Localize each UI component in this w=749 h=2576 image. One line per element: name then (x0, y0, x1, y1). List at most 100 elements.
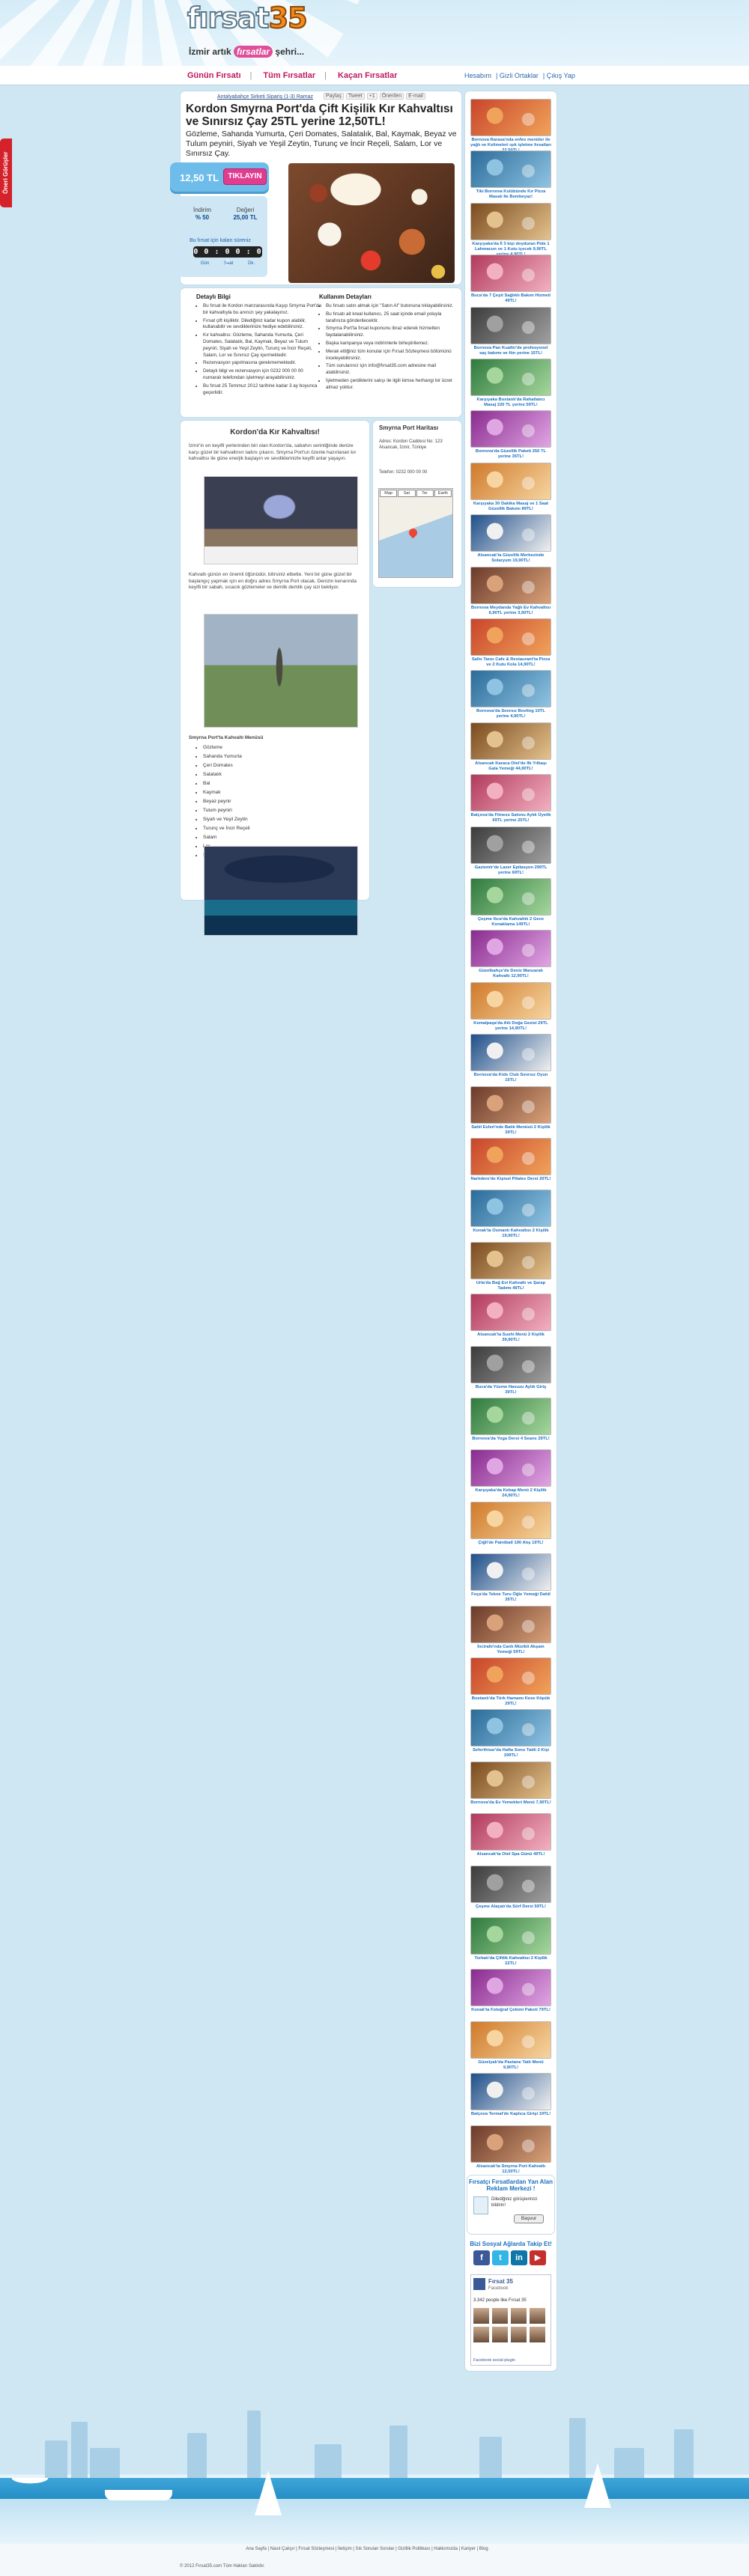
sidebar-deal[interactable]: Foça'da Tekne Turu Öğle Yemeği Dahil 35T… (470, 1553, 551, 1603)
map-tab-satellite[interactable]: Sat (398, 490, 416, 497)
sidebar-deal[interactable]: Konak'ta Fotoğraf Çekimi Paketi 79TL! (470, 1969, 551, 2013)
sidebar-deal-caption[interactable]: Sahil Evleri'nde Balık Menüsü 2 Kişilik … (470, 1125, 551, 1136)
sidebar-deal[interactable]: Güzelyalı'da Pastane Tatlı Menü 9,90TL! (470, 2021, 551, 2071)
sidebar-deal-caption[interactable]: Seferihisar'da Hafta Sonu Tatili 2 Kişi … (470, 1748, 551, 1759)
sidebar-deal-image[interactable] (470, 150, 551, 189)
sidebar-deal-caption[interactable]: Bornova'da Ev Yemekleri Menü 7,90TL! (470, 1800, 551, 1806)
sidebar-deal[interactable]: Konak'ta Osmanlı Kahvaltısı 2 Kişilik 19… (470, 1190, 551, 1239)
sidebar-deal-caption[interactable]: Alsancak Karaca Otel'de Ilk Yılbaşı Gala… (470, 761, 551, 772)
share-email-button[interactable]: E-mail (406, 93, 425, 100)
sidebar-deal[interactable]: Alsancak'ta Güzellik Merkezinde Solaryum… (470, 514, 551, 564)
sidebar-deal-caption[interactable]: Alsancak'ta Otel Spa Günü 49TL! (470, 1852, 551, 1857)
newsletter-button[interactable]: Başvur (514, 2214, 544, 2223)
sidebar-deal-caption[interactable]: Bornova'da Sınırsız Bovling 10TL yerine … (470, 709, 551, 719)
avatar[interactable] (511, 2308, 527, 2324)
sidebar-deal[interactable]: Alsancak'ta Otel Spa Günü 49TL! (470, 1813, 551, 1857)
sidebar-deal-image[interactable] (470, 306, 551, 344)
sidebar-deal[interactable]: Tiki Bornova Kulübünde Kır Pizza Masalı … (470, 150, 551, 200)
sidebar-deal[interactable]: Karşıyaka'da İl 3 kişi doyduran Pide 1 L… (470, 202, 551, 258)
sidebar-deal-caption[interactable]: Güzelyalı'da Pastane Tatlı Menü 9,90TL! (470, 2060, 551, 2071)
sidebar-deal[interactable]: Bornova'da Güzellik Paketi 250 TL yerine… (470, 410, 551, 460)
sidebar-deal-image[interactable] (470, 1553, 551, 1592)
sidebar-deal-caption[interactable]: Tiki Bornova Kulübünde Kır Pizza Masalı … (470, 189, 551, 200)
share-tweet-button[interactable]: Tweet (346, 93, 365, 100)
sidebar-deal-image[interactable] (470, 1501, 551, 1539)
sidebar-deal-caption[interactable]: Narlıdere'de Kişisel Pilates Dersi 20TL! (470, 1177, 551, 1182)
sidebar-deal-caption[interactable]: Foça'da Tekne Turu Öğle Yemeği Dahil 35T… (470, 1592, 551, 1603)
sidebar-deal[interactable]: Bornova'da Yoga Dersi 4 Seans 29TL! (470, 1398, 551, 1442)
sidebar-deal[interactable]: Seferihisar'da Hafta Sonu Tatili 2 Kişi … (470, 1709, 551, 1759)
sidebar-deal-image[interactable] (470, 255, 551, 293)
sidebar-deal-image[interactable] (470, 1917, 551, 1955)
sidebar-deal-image[interactable] (470, 514, 551, 552)
sidebar-deal-image[interactable] (470, 618, 551, 656)
sidebar-deal-caption[interactable]: Bornova Pan Kuaför'de profesyonel saç ba… (470, 346, 551, 356)
sidebar-deal-caption[interactable]: Konak'ta Osmanlı Kahvaltısı 2 Kişilik 19… (470, 1228, 551, 1239)
sidebar-deal-image[interactable] (470, 1605, 551, 1643)
sidebar-deal-caption[interactable]: Sallo Tanzı Cafe & Restaurant'ta Pizza v… (470, 657, 551, 668)
sidebar-deal[interactable]: İnciraltı'nda Canlı Müzikli Akşam Yemeği… (470, 1605, 551, 1655)
sidebar-deal-image[interactable] (470, 930, 551, 968)
sidebar-deal-caption[interactable]: Güzelbahçe'de Deniz Manzaralı Kahvaltı 1… (470, 969, 551, 979)
avatar[interactable] (473, 2308, 489, 2324)
sidebar-deal-image[interactable] (470, 2125, 551, 2163)
sidebar-deal[interactable]: Torbalı'da Çiftlik Kahvaltısı 2 Kişilik … (470, 1917, 551, 1967)
map-tab-terrain[interactable]: Ter (416, 490, 434, 497)
sidebar-deal[interactable]: Karşıyaka Bostanlı'da Rahatlatıcı Masaj … (470, 359, 551, 408)
sidebar-deal[interactable]: Karşıyaka 30 Dakika Masaj ve 1 Saat Güze… (470, 462, 551, 512)
sidebar-deal-caption[interactable]: Buca'da Yüzme Havuzu Aylık Giriş 39TL! (470, 1385, 551, 1395)
sidebar-deal-caption[interactable]: Çeşme Alaçatı'da Sörf Dersi 59TL! (470, 1904, 551, 1910)
sidebar-deal[interactable]: Çeşme Ilıca'da Kahvaltılı 2 Gece Konakla… (470, 878, 551, 928)
sidebar-deal-caption[interactable]: Torbalı'da Çiftlik Kahvaltısı 2 Kişilik … (470, 1956, 551, 1967)
sidebar-deal[interactable]: Karşıyaka'da Kebap Menü 2 Kişilik 24,90T… (470, 1449, 551, 1499)
sidebar-deal-image[interactable] (470, 1138, 551, 1175)
sidebar-deal-caption[interactable]: Urla'da Bağ Evi Kahvaltı ve Şarap Tadımı… (470, 1281, 551, 1291)
sidebar-deal[interactable]: Alsancak Karaca Otel'de Ilk Yılbaşı Gala… (470, 722, 551, 772)
nav-todays-deal[interactable]: Günün Fırsatı (187, 71, 241, 80)
sidebar-deal[interactable]: Alsancak'ta Sushi Menü 2 Kişilik 39,90TL… (470, 1294, 551, 1343)
sidebar-deal-image[interactable] (470, 1813, 551, 1851)
sidebar-deal-image[interactable] (470, 99, 551, 136)
sidebar-deal[interactable]: Bornova'da Ev Yemekleri Menü 7,90TL! (470, 1761, 551, 1806)
sidebar-deal-image[interactable] (470, 1190, 551, 1228)
sidebar-deal-image[interactable] (470, 2021, 551, 2059)
nav-missed-deals[interactable]: Kaçan Fırsatlar (338, 71, 397, 80)
sidebar-deal-image[interactable] (470, 462, 551, 500)
sidebar-deal-image[interactable] (470, 1085, 551, 1124)
avatar[interactable] (473, 2327, 489, 2342)
sidebar-deal-caption[interactable]: Bornova'da Yoga Dersi 4 Seans 29TL! (470, 1437, 551, 1442)
sidebar-deal-image[interactable] (470, 1241, 551, 1279)
sidebar-deal-image[interactable] (470, 2073, 551, 2111)
avatar[interactable] (511, 2327, 527, 2342)
breadcrumb[interactable]: Antalyabahçe Sirketi Sipariş (1-3) Ramaz (217, 94, 313, 100)
sidebar-deal-image[interactable] (470, 774, 551, 812)
sidebar-deal[interactable]: Çiğli'de Paintball 100 Atış 19TL! (470, 1501, 551, 1546)
avatar[interactable] (530, 2308, 545, 2324)
sidebar-deal-image[interactable] (470, 1761, 551, 1799)
sidebar-deal-caption[interactable]: Alsancak'ta Smyrna Port Kahvaltı 12,50TL… (470, 2164, 551, 2175)
sidebar-deal[interactable]: Bornova Rarasa'nda enfes menüler ile yağ… (470, 99, 551, 153)
sidebar-deal[interactable]: Sallo Tanzı Cafe & Restaurant'ta Pizza v… (470, 618, 551, 668)
sidebar-deal[interactable]: Bornova'da Kids Club Sınırsız Oyun 15TL! (470, 1034, 551, 1083)
sidebar-deal-image[interactable] (470, 359, 551, 396)
sidebar-deal-image[interactable] (470, 878, 551, 916)
buy-button[interactable]: TIKLAYIN (223, 168, 267, 185)
linkedin-icon[interactable]: in (511, 2250, 527, 2265)
sidebar-deal-caption[interactable]: Çiğli'de Paintball 100 Atış 19TL! (470, 1541, 551, 1546)
share-facebook-button[interactable]: Paylaş (324, 93, 345, 100)
sidebar-deal-image[interactable] (470, 1449, 551, 1488)
twitter-icon[interactable]: t (492, 2250, 509, 2265)
sidebar-deal[interactable]: Bornova Pan Kuaför'de profesyonel saç ba… (470, 306, 551, 356)
sidebar-deal-image[interactable] (470, 566, 551, 604)
nav-all-deals[interactable]: Tüm Fırsatlar (263, 71, 315, 80)
sidebar-deal-image[interactable] (470, 202, 551, 240)
sidebar-deal[interactable]: Kemalpaşa'da Atlı Doğa Gezisi 29TL yerin… (470, 981, 551, 1032)
sidebar-deal[interactable]: Balçova Termal'de Kaplıca Girişi 19TL! (470, 2073, 551, 2117)
sidebar-deal-image[interactable] (470, 981, 551, 1020)
facebook-icon[interactable]: f (473, 2250, 490, 2265)
link-logout[interactable]: Çıkış Yap (547, 72, 575, 79)
sidebar-deal-caption[interactable]: İnciraltı'nda Canlı Müzikli Akşam Yemeği… (470, 1645, 551, 1655)
sidebar-deal-caption[interactable]: Karşıyaka 30 Dakika Masaj ve 1 Saat Güze… (470, 502, 551, 512)
sidebar-deal-image[interactable] (470, 1969, 551, 2007)
avatar[interactable] (492, 2308, 508, 2324)
